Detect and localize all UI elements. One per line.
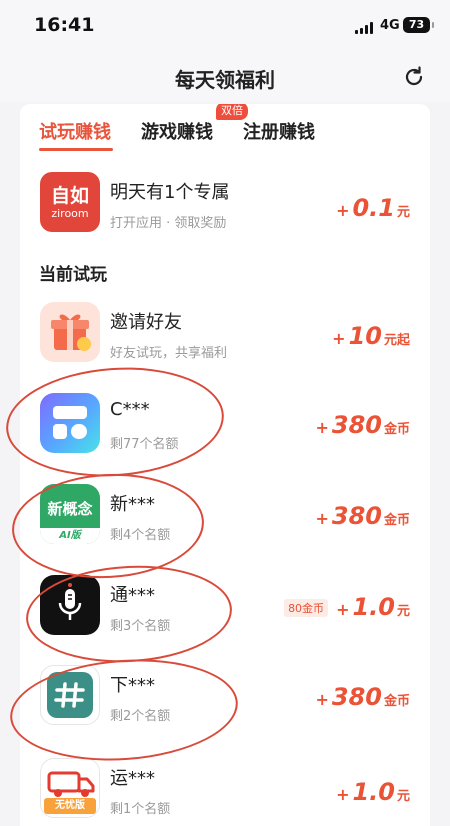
app-name: 邀请好友	[110, 312, 182, 333]
ziroom-logo-subtext: ziroom	[51, 207, 89, 220]
widget-app-icon	[40, 393, 100, 453]
battery-icon: 73	[403, 17, 434, 33]
tab-games[interactable]: 游戏赚钱	[141, 118, 213, 144]
header: 每天领福利	[0, 52, 450, 102]
truck-icon: 无忧版	[40, 758, 100, 818]
ziroom-logo-text: 自如	[50, 185, 89, 207]
network-label: 4G	[380, 18, 400, 33]
gift-icon	[40, 302, 100, 362]
app-row[interactable]: 邀请好友 好友试玩，共享福利 + 10 元起	[20, 302, 430, 392]
signal-icon	[355, 22, 375, 34]
truck-tag: 无忧版	[44, 798, 96, 814]
page-title: 每天领福利	[175, 68, 275, 92]
tab-bar: 试玩赚钱 游戏赚钱 双倍 注册赚钱	[20, 104, 430, 154]
app-row[interactable]: 无忧版 运*** 剩1个名额 + 1.0 元	[20, 758, 430, 826]
task-card: 试玩赚钱 游戏赚钱 双倍 注册赚钱 自如 ziroom 明天有1个专属 打开应用…	[20, 104, 430, 826]
app-row[interactable]: 下*** 剩2个名额 + 380 金币	[20, 665, 430, 755]
app-reward: + 380 金币	[315, 683, 410, 711]
app-sub: 剩3个名额	[110, 619, 171, 634]
status-time: 16:41	[34, 14, 95, 36]
xingainian-logo-text: 新概念	[47, 500, 93, 518]
ai-tag: AI版	[40, 528, 100, 544]
app-sub: 剩4个名额	[110, 528, 171, 543]
xingainian-icon: 新概念 AI版	[40, 484, 100, 544]
app-row[interactable]: 新概念 AI版 新*** 剩4个名额 + 380 金币	[20, 484, 430, 574]
app-reward: + 380 金币	[315, 411, 410, 439]
section-title: 当前试玩	[39, 265, 107, 285]
tab-trial[interactable]: 试玩赚钱	[39, 118, 111, 144]
app-name: C***	[110, 399, 150, 420]
app-sub: 剩77个名额	[110, 437, 179, 452]
app-row[interactable]: C*** 剩77个名额 + 380 金币	[20, 393, 430, 483]
app-reward: + 1.0 元	[336, 778, 410, 806]
app-name: 新***	[110, 494, 155, 515]
ziroom-icon: 自如 ziroom	[40, 172, 100, 232]
app-reward: + 10 元起	[332, 322, 410, 350]
app-name: 下***	[110, 675, 155, 696]
featured-sub: 打开应用 · 领取奖励	[110, 216, 227, 231]
tab-register[interactable]: 注册赚钱	[243, 118, 315, 144]
app-sub: 好友试玩，共享福利	[110, 346, 228, 361]
hash-icon	[40, 665, 100, 725]
app-sub: 剩2个名额	[110, 709, 171, 724]
refresh-icon[interactable]	[402, 65, 426, 89]
app-name: 运***	[110, 768, 155, 789]
app-reward: + 380 金币	[315, 502, 410, 530]
coin-tag: 80金币	[284, 599, 329, 617]
app-sub: 剩1个名额	[110, 802, 171, 817]
featured-name: 明天有1个专属	[110, 182, 230, 203]
app-reward: 80金币 + 1.0 元	[284, 593, 410, 621]
app-row[interactable]: 通*** 剩3个名额 80金币 + 1.0 元	[20, 575, 430, 665]
status-bar: 16:41 4G 73	[0, 0, 450, 52]
featured-reward: + 0.1 元	[336, 194, 410, 222]
featured-row[interactable]: 自如 ziroom 明天有1个专属 打开应用 · 领取奖励 + 0.1 元	[20, 172, 430, 262]
microphone-icon	[40, 575, 100, 635]
tab-underline	[39, 148, 113, 151]
app-name: 通***	[110, 585, 155, 606]
